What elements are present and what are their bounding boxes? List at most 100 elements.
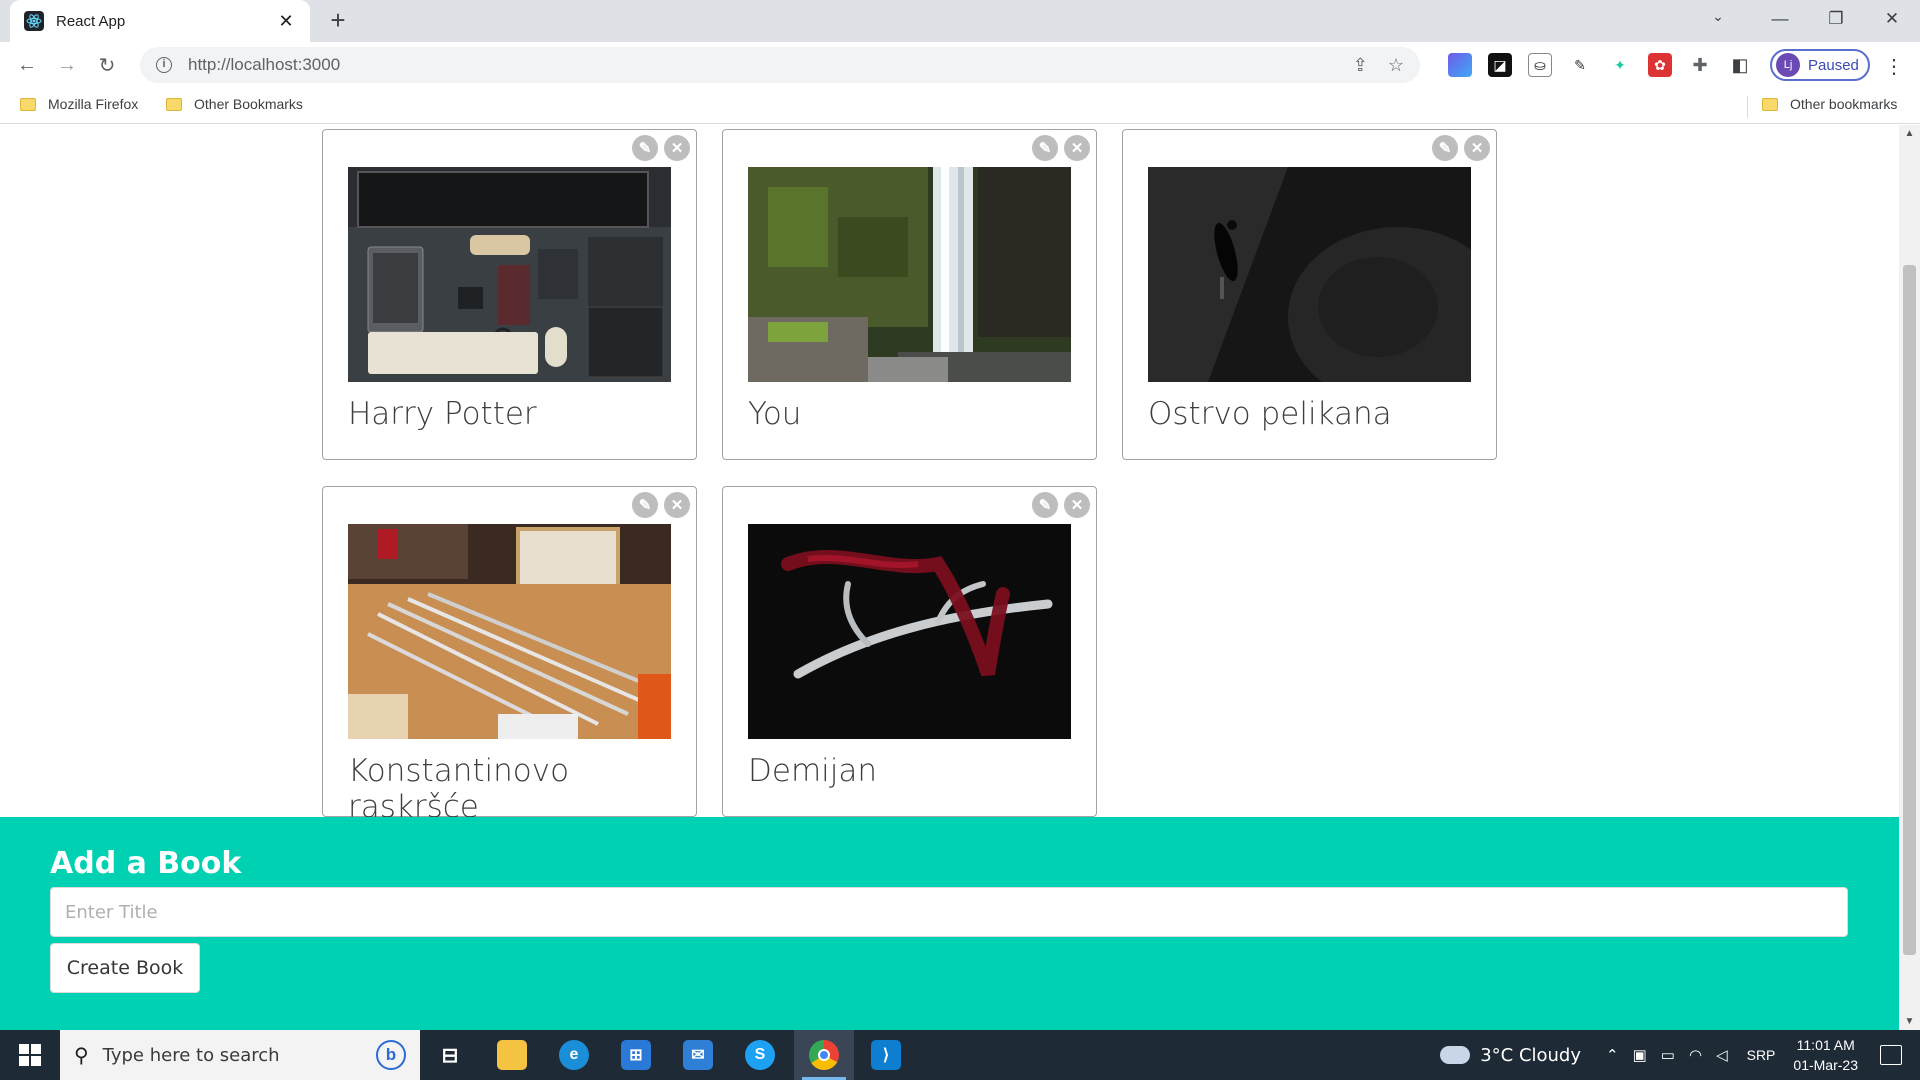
bookmark-label: Other Bookmarks [194,96,303,112]
minimize-icon[interactable]: — [1752,0,1808,38]
url-text[interactable]: http://localhost:3000 [188,55,1333,75]
notifications-icon[interactable] [1880,1045,1902,1065]
delete-icon[interactable]: ✕ [1064,492,1090,518]
edit-icon[interactable]: ✎ [632,135,658,161]
book-image-underwater-diver [1148,167,1471,382]
new-tab-icon[interactable]: + [324,7,352,35]
battery-icon[interactable]: ▭ [1661,1046,1675,1064]
browser-tab-bar: React App ✕ + ⌄ — ❐ ✕ [0,0,1920,42]
book-image-antler-red-ribbon [748,524,1071,739]
close-window-icon[interactable]: ✕ [1864,0,1920,38]
windows-taskbar: ⚲ Type here to search b ⊟ e ⊞ ✉ S ⟩ 3°C … [0,1030,1920,1080]
task-view-icon: ⊟ [441,1044,459,1067]
edit-icon[interactable]: ✎ [632,492,658,518]
file-explorer-icon [497,1040,527,1070]
card-actions: ✎ ✕ [632,135,690,161]
extension-red-icon[interactable]: ✿ [1648,53,1672,77]
extension-notion-icon[interactable]: ◪ [1488,53,1512,77]
card-actions: ✎ ✕ [1032,492,1090,518]
bookmark-label: Other bookmarks [1790,96,1898,112]
extension-eyedropper-icon[interactable]: ✎ [1568,53,1592,77]
scroll-up-arrow-icon[interactable]: ▲ [1899,125,1920,142]
create-heading: Add a Book [50,846,242,881]
restore-icon[interactable]: ❐ [1808,0,1864,38]
mail-icon: ✉ [683,1040,713,1070]
book-title: Konstantinovo raskršće [348,753,570,825]
book-card: ✎ ✕ Konstantinovo raskršće [322,486,697,825]
book-title: You [748,396,802,432]
extension-basket-icon[interactable]: ⛀ [1528,53,1552,77]
edit-icon[interactable]: ✎ [1432,135,1458,161]
windows-logo-icon [19,1044,41,1066]
tab-title: React App [56,12,126,30]
bookmark-mozilla-firefox[interactable]: Mozilla Firefox [20,96,138,112]
book-create-section: Add a Book Create Book [0,817,1899,1030]
skype-button[interactable]: S [730,1030,790,1080]
meet-now-icon[interactable]: ▣ [1633,1046,1647,1064]
tab-search-chevron-icon[interactable]: ⌄ [1704,8,1732,32]
back-arrow-icon[interactable]: ← [12,50,42,80]
address-bar[interactable]: i http://localhost:3000 ⇪ ☆ [140,47,1420,83]
book-image-waterfall [748,167,1071,382]
bookmarks-bar: Mozilla Firefox Other Bookmarks Other bo… [0,88,1920,124]
chrome-button[interactable] [794,1030,854,1080]
delete-icon[interactable]: ✕ [1064,135,1090,161]
edit-icon[interactable]: ✎ [1032,135,1058,161]
edge-button[interactable]: e [544,1030,604,1080]
bookmark-other-bookmarks[interactable]: Other Bookmarks [166,96,303,112]
window-controls: — ❐ ✕ [1752,0,1920,42]
vscode-icon: ⟩ [871,1040,901,1070]
weather-widget[interactable]: 3°C Cloudy [1440,1045,1581,1066]
book-card: ✎ ✕ Ostrvo pelikana [1122,129,1497,460]
language-indicator[interactable]: SRP [1747,1047,1776,1063]
file-explorer-button[interactable] [482,1030,542,1080]
share-icon[interactable]: ⇪ [1353,55,1368,76]
extension-green-icon[interactable]: ✦ [1608,53,1632,77]
create-book-button[interactable]: Create Book [50,943,200,993]
delete-icon[interactable]: ✕ [664,492,690,518]
card-actions: ✎ ✕ [1032,135,1090,161]
card-actions: ✎ ✕ [1432,135,1490,161]
bookmarks-divider [1747,96,1748,118]
react-favicon-icon [24,11,44,31]
scroll-down-arrow-icon[interactable]: ▼ [1899,1013,1920,1030]
title-input[interactable] [50,887,1848,937]
skype-icon: S [745,1040,775,1070]
folder-icon [166,97,182,111]
book-title: Harry Potter [348,396,537,432]
tab-close-icon[interactable]: ✕ [276,11,296,32]
taskbar-search[interactable]: ⚲ Type here to search b [60,1030,420,1080]
reload-icon[interactable]: ↻ [92,50,122,80]
mail-button[interactable]: ✉ [668,1030,728,1080]
store-button[interactable]: ⊞ [606,1030,666,1080]
browser-menu-icon[interactable]: ⋮ [1884,54,1904,78]
folder-icon [1762,97,1778,111]
system-tray: 3°C Cloudy ⌃ ▣ ▭ ◠ ◁ SRP 11:01 AM 01-Mar… [1440,1030,1920,1080]
delete-icon[interactable]: ✕ [1464,135,1490,161]
scroll-thumb[interactable] [1903,265,1916,955]
clock[interactable]: 11:01 AM 01-Mar-23 [1793,1035,1858,1075]
delete-icon[interactable]: ✕ [664,135,690,161]
side-panel-icon[interactable]: ◧ [1728,53,1752,77]
page-scrollbar[interactable]: ▲ ▼ [1899,125,1920,1030]
forward-arrow-icon[interactable]: → [52,50,82,80]
speaker-icon[interactable]: ◁ [1716,1046,1728,1064]
site-info-icon[interactable]: i [156,57,172,73]
profile-button[interactable]: Lj Paused [1770,49,1870,81]
wifi-icon[interactable]: ◠ [1689,1046,1702,1064]
search-placeholder: Type here to search [102,1044,280,1066]
edit-icon[interactable]: ✎ [1032,492,1058,518]
extensions-puzzle-icon[interactable]: ✚ [1688,53,1712,77]
chevron-up-icon[interactable]: ⌃ [1606,1046,1619,1064]
task-view-button[interactable]: ⊟ [420,1030,480,1080]
bing-icon[interactable]: b [376,1040,406,1070]
vscode-button[interactable]: ⟩ [856,1030,916,1080]
start-button[interactable] [0,1030,60,1080]
extension-gradient-icon[interactable] [1448,53,1472,77]
book-title: Demijan [748,753,878,789]
browser-tab[interactable]: React App ✕ [10,0,310,42]
clock-date: 01-Mar-23 [1793,1057,1858,1073]
other-bookmarks-folder[interactable]: Other bookmarks [1762,96,1897,112]
bookmark-star-icon[interactable]: ☆ [1388,55,1404,76]
folder-icon [20,97,36,111]
